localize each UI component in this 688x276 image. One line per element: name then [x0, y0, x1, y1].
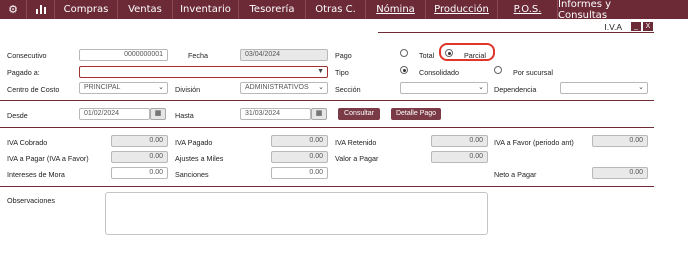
menu-nomina[interactable]: Nómina	[366, 0, 426, 19]
pago-total-label: Total	[419, 51, 435, 60]
iva-pagar-label: IVA a Pagar (IVA a Favor)	[7, 154, 89, 163]
centro-costo-value: PRINCIPAL	[84, 84, 121, 91]
iva-pagado-label: IVA Pagado	[175, 138, 213, 147]
iva-favor-label: IVA a Favor (periodo ant)	[494, 138, 574, 147]
window-titlebar: I.V.A _ X	[378, 21, 654, 33]
sanciones-label: Sanciones	[175, 170, 209, 179]
divider	[0, 186, 654, 187]
window-title: I.V.A	[604, 22, 622, 32]
menu-produccion[interactable]: Producción	[426, 0, 498, 19]
desde-input[interactable]: 01/02/2024	[79, 108, 150, 120]
tipo-sucursal-radio[interactable]	[494, 66, 502, 74]
iva-retenido-label: IVA Retenido	[335, 138, 377, 147]
chevron-down-icon: ⌄	[158, 84, 164, 91]
valor-pagar-field: 0.00	[431, 151, 488, 163]
chevron-down-icon: ⌄	[478, 84, 484, 91]
tipo-consolidado-radio[interactable]	[400, 66, 408, 74]
tipo-consolidado-label: Consolidado	[419, 68, 459, 77]
pagado-a-label: Pagado a:	[7, 68, 40, 77]
menu-compras[interactable]: Compras	[55, 0, 118, 19]
iva-pagado-field: 0.00	[271, 135, 328, 147]
centro-costo-label: Centro de Costo	[7, 85, 60, 94]
neto-label: Neto a Pagar	[494, 170, 537, 179]
dependencia-label: Dependencia	[494, 85, 537, 94]
division-select[interactable]: ADMINISTRATIVOS ⌄	[240, 82, 328, 94]
tipo-sucursal-label: Por sucursal	[513, 68, 553, 77]
dependencia-select[interactable]: ⌄	[560, 82, 648, 94]
bar-chart-icon[interactable]	[27, 0, 55, 19]
highlight-box	[439, 43, 495, 61]
menu-informes[interactable]: Informes y Consultas	[558, 0, 658, 21]
fecha-input: 03/04/2024	[240, 49, 328, 61]
intereses-input[interactable]: 0.00	[111, 167, 168, 179]
divider	[0, 127, 654, 128]
iva-cobrado-label: IVA Cobrado	[7, 138, 48, 147]
hasta-input[interactable]: 31/03/2024	[240, 108, 311, 120]
iva-favor-field: 0.00	[592, 135, 648, 147]
chevron-down-icon: ⌄	[638, 84, 644, 91]
menu-tesoreria[interactable]: Tesorería	[239, 0, 306, 19]
neto-field: 0.00	[592, 167, 648, 179]
consecutivo-input[interactable]: 0000000001	[79, 49, 168, 61]
iva-retenido-field: 0.00	[431, 135, 488, 147]
iva-pagar-field: 0.00	[111, 151, 168, 163]
pago-total-radio[interactable]	[400, 49, 408, 57]
division-value: ADMINISTRATIVOS	[245, 84, 309, 91]
menu-pos[interactable]: P.O.S.	[498, 0, 558, 19]
divider	[0, 100, 654, 101]
fecha-label: Fecha	[188, 51, 208, 60]
observaciones-label: Observaciones	[7, 196, 55, 205]
detalle-pago-button[interactable]: Detalle Pago	[391, 108, 441, 120]
ajustes-field: 0.00	[271, 151, 328, 163]
division-label: División	[175, 85, 201, 94]
observaciones-textarea[interactable]	[105, 192, 488, 235]
iva-cobrado-field: 0.00	[111, 135, 168, 147]
sanciones-input[interactable]: 0.00	[271, 167, 328, 179]
chevron-down-icon: ▼	[317, 68, 324, 75]
pago-label: Pago	[335, 51, 352, 60]
desde-label: Desde	[7, 111, 28, 120]
close-button[interactable]: X	[643, 22, 653, 31]
ajustes-label: Ajustes a Miles	[175, 154, 224, 163]
gear-icon[interactable]: ⚙	[0, 0, 27, 19]
tipo-label: Tipo	[335, 68, 349, 77]
chevron-down-icon: ⌄	[318, 84, 324, 91]
centro-costo-select[interactable]: PRINCIPAL ⌄	[79, 82, 168, 94]
seccion-label: Sección	[335, 85, 361, 94]
consecutivo-label: Consecutivo	[7, 51, 47, 60]
minimize-button[interactable]: _	[631, 22, 641, 31]
menu-ventas[interactable]: Ventas	[118, 0, 173, 19]
hasta-label: Hasta	[175, 111, 194, 120]
intereses-label: Intereses de Mora	[7, 170, 65, 179]
pagado-a-select[interactable]: ▼	[79, 66, 328, 78]
calendar-icon[interactable]: ▦	[150, 108, 166, 120]
main-menu-bar: ⚙ Compras Ventas Inventario Tesorería Ot…	[0, 0, 688, 21]
menu-otras[interactable]: Otras C.	[306, 0, 366, 19]
calendar-icon[interactable]: ▦	[311, 108, 327, 120]
consultar-button[interactable]: Consultar	[338, 108, 380, 120]
valor-pagar-label: Valor a Pagar	[335, 154, 379, 163]
seccion-select[interactable]: ⌄	[400, 82, 488, 94]
menu-inventario[interactable]: Inventario	[173, 0, 239, 19]
